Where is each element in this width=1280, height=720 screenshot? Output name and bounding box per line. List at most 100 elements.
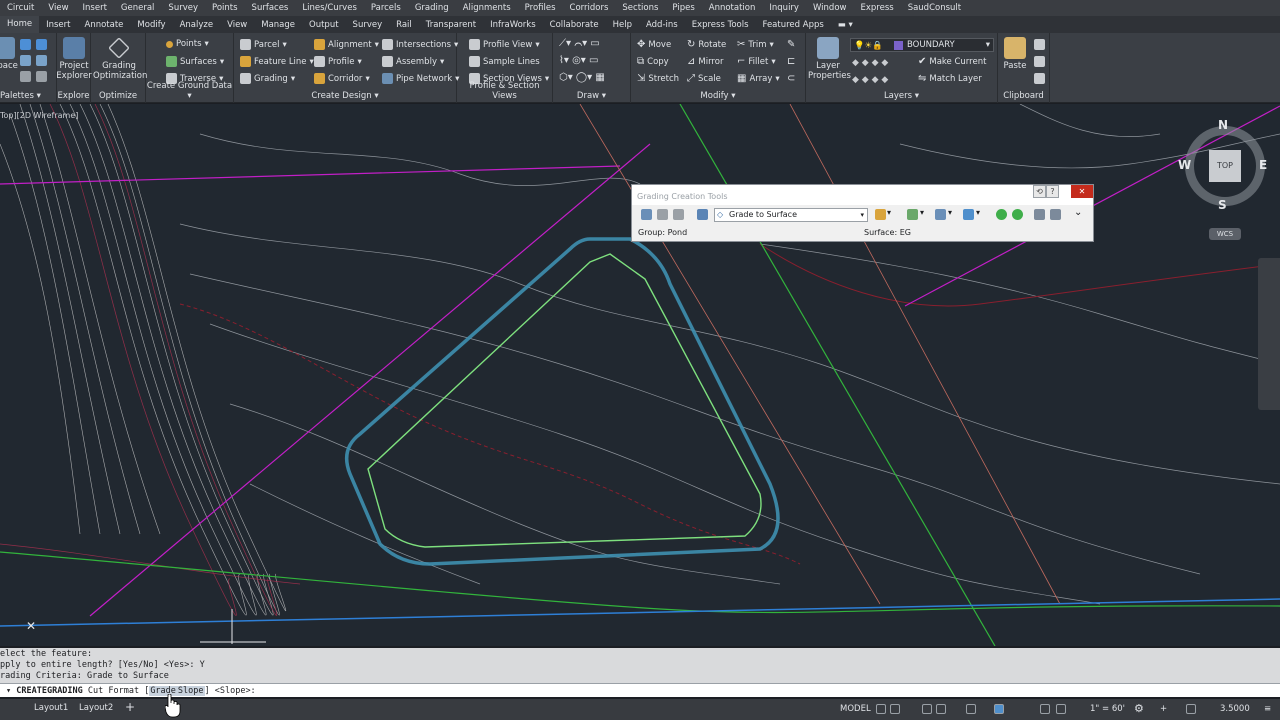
- grading-optimization-button[interactable]: Grading Optimization: [93, 37, 147, 81]
- draw-title[interactable]: Draw ▾: [553, 91, 630, 101]
- cut-icon[interactable]: [1034, 39, 1045, 50]
- expand-icon[interactable]: ⌄: [1074, 207, 1082, 218]
- menu-item[interactable]: Insert: [76, 3, 114, 13]
- compass-south[interactable]: S: [1218, 198, 1227, 212]
- tab-overflow-icon[interactable]: ▬ ▾: [831, 20, 860, 30]
- explode-icon[interactable]: ⊂: [787, 73, 795, 84]
- line-tool-icon[interactable]: ⟋▾ ⌒▾ ▭: [559, 38, 600, 49]
- menu-item[interactable]: Profiles: [518, 3, 563, 13]
- alignment-button[interactable]: Alignment ▾: [314, 39, 379, 50]
- stretch-button[interactable]: ⇲ Stretch: [637, 73, 679, 84]
- make-current-button[interactable]: ✔ Make Current: [918, 56, 986, 67]
- palette-icon[interactable]: [20, 71, 31, 82]
- toolspace-button[interactable]: Space: [0, 37, 18, 71]
- palette-icon[interactable]: [36, 39, 47, 50]
- tab-express-tools[interactable]: Express Tools: [685, 20, 756, 30]
- layout-tab-layout1[interactable]: Layout1: [34, 703, 68, 713]
- close-icon[interactable]: ✕: [1071, 185, 1093, 198]
- erase-icon[interactable]: ✎: [787, 39, 795, 50]
- menu-item[interactable]: Lines/Curves: [295, 3, 364, 13]
- menu-item[interactable]: Surfaces: [245, 3, 296, 13]
- tab-add-ins[interactable]: Add-ins: [639, 20, 685, 30]
- osnap-icon[interactable]: [966, 704, 976, 714]
- palette-icon[interactable]: [20, 55, 31, 66]
- command-line[interactable]: ▾ CREATEGRADING Cut Format [Grade Slope] …: [0, 683, 1280, 697]
- command-option-slope[interactable]: Slope: [176, 686, 205, 696]
- mirror-button[interactable]: ⊿ Mirror: [687, 56, 723, 67]
- create-grading-icon[interactable]: [875, 209, 886, 220]
- viewcube[interactable]: TOP N S E W: [1178, 118, 1268, 218]
- tab-manage[interactable]: Manage: [254, 20, 302, 30]
- move-button[interactable]: ✥ Move: [637, 39, 671, 50]
- select-criteria-icon[interactable]: [697, 209, 708, 220]
- menu-item[interactable]: Survey: [161, 3, 205, 13]
- ortho-icon[interactable]: [922, 704, 932, 714]
- restore-icon[interactable]: ⟲: [1033, 185, 1046, 198]
- tab-infraworks[interactable]: InfraWorks: [483, 20, 543, 30]
- modify-title[interactable]: Modify ▾: [631, 91, 805, 101]
- menu-item[interactable]: Parcels: [364, 3, 408, 13]
- layers-title[interactable]: Layers ▾: [806, 91, 997, 101]
- layer-tools-icon[interactable]: ◆ ◆ ◆ ◆: [852, 75, 888, 85]
- select-surface-icon[interactable]: [657, 209, 668, 220]
- viewcube-top-face[interactable]: TOP: [1209, 150, 1241, 182]
- grading-layers-icon[interactable]: [673, 209, 684, 220]
- grading-tools-titlebar[interactable]: Grading Creation Tools ⟲ ? ✕: [632, 185, 1093, 205]
- menu-item[interactable]: Pipes: [665, 3, 701, 13]
- tab-help[interactable]: Help: [606, 20, 639, 30]
- tab-annotate[interactable]: Annotate: [78, 20, 131, 30]
- palette-icon[interactable]: [20, 39, 31, 50]
- menu-icon[interactable]: ≡: [1264, 704, 1271, 714]
- feature-line[interactable]: [367, 253, 762, 548]
- tab-home[interactable]: Home: [0, 16, 40, 33]
- pipe-network-button[interactable]: Pipe Network ▾: [382, 73, 459, 84]
- tab-survey[interactable]: Survey: [346, 20, 390, 30]
- tab-rail[interactable]: Rail: [389, 20, 419, 30]
- grading-button[interactable]: Grading ▾: [240, 73, 295, 84]
- trim-button[interactable]: ✂ Trim ▾: [737, 39, 774, 50]
- intersections-button[interactable]: Intersections ▾: [382, 39, 458, 50]
- model-space-button[interactable]: MODEL: [840, 704, 871, 714]
- copy-button[interactable]: ⧉ Copy: [637, 56, 669, 67]
- menu-item[interactable]: Corridors: [563, 3, 616, 13]
- annotation-scale[interactable]: 1" = 60': [1090, 704, 1125, 714]
- corridor-button[interactable]: Corridor ▾: [314, 73, 370, 84]
- plus-icon[interactable]: +: [1160, 704, 1167, 714]
- grid-icon[interactable]: [876, 704, 886, 714]
- tab-modify[interactable]: Modify: [130, 20, 172, 30]
- parcel-button[interactable]: Parcel ▾: [240, 39, 287, 50]
- menu-item[interactable]: Window: [806, 3, 854, 13]
- viewport-controls[interactable]: Top][2D Wireframe]: [0, 111, 78, 120]
- create-ground-data-title[interactable]: Create Ground Data ▾: [146, 81, 233, 101]
- grading-criteria-dropdown[interactable]: ◇ Grade to Surface ▾: [714, 208, 868, 222]
- snap-icon[interactable]: [890, 704, 900, 714]
- match-layer-button[interactable]: ⇋ Match Layer: [918, 73, 982, 84]
- assembly-button[interactable]: Assembly ▾: [382, 56, 444, 67]
- palette-icon[interactable]: [36, 71, 47, 82]
- polyline-tool-icon[interactable]: ⌇▾ ◎▾ ▭: [559, 55, 598, 66]
- tab-view[interactable]: View: [220, 20, 254, 30]
- chevron-down-icon[interactable]: ▾: [976, 208, 980, 217]
- compass-north[interactable]: N: [1218, 118, 1228, 132]
- menu-item[interactable]: Grading: [408, 3, 456, 13]
- tab-output[interactable]: Output: [302, 20, 346, 30]
- wcs-menu[interactable]: WCS: [1209, 228, 1241, 240]
- array-button[interactable]: ▦ Array ▾: [737, 73, 780, 84]
- layer-tools-icon[interactable]: ◆ ◆ ◆ ◆: [852, 58, 888, 68]
- rotate-button[interactable]: ↻ Rotate: [687, 39, 726, 50]
- match-properties-icon[interactable]: [1034, 73, 1045, 84]
- add-layout-button[interactable]: +: [125, 700, 135, 714]
- profile-button[interactable]: Profile ▾: [314, 56, 362, 67]
- feature-line-button[interactable]: Feature Line ▾: [240, 56, 314, 67]
- menu-item[interactable]: View: [41, 3, 75, 13]
- help-icon[interactable]: ?: [1046, 185, 1059, 198]
- create-design-title[interactable]: Create Design ▾: [234, 91, 456, 101]
- layer-dropdown[interactable]: 💡☀🔒 BOUNDARY ▾: [850, 38, 994, 52]
- edit-grading-icon[interactable]: [907, 209, 918, 220]
- scale-button[interactable]: ⤢ Scale: [687, 73, 721, 84]
- compass-west[interactable]: W: [1178, 158, 1191, 172]
- chevron-down-icon[interactable]: ▾: [948, 208, 952, 217]
- layer-properties-button[interactable]: Layer Properties: [808, 37, 851, 81]
- lineweight-icon[interactable]: [994, 704, 1004, 714]
- select-group-icon[interactable]: [641, 209, 652, 220]
